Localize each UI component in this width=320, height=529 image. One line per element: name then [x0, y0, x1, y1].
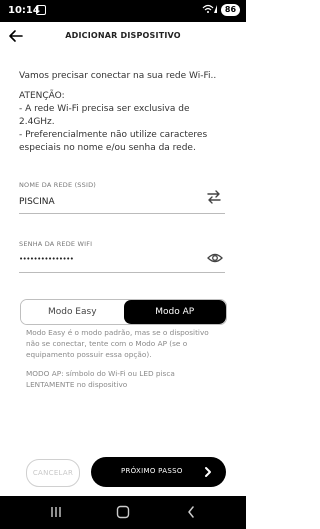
next-step-button[interactable]: PRÓXIMO PASSO [91, 457, 226, 487]
attention-title: ATENÇÃO: [19, 91, 65, 101]
chevron-right-icon [203, 466, 213, 478]
ap-note-line2: LENTAMENTE no dispositivo [26, 380, 128, 389]
network-name-underline [19, 213, 225, 214]
page-title: ADICIONAR DISPOSITIVO [65, 31, 181, 40]
mode-easy-option[interactable]: Modo Easy [21, 300, 124, 324]
screenshot-icon [36, 5, 46, 15]
recent-apps-icon[interactable] [50, 504, 62, 523]
system-nav-bar [0, 496, 246, 529]
wifi-signal-icon [202, 4, 218, 17]
ap-note-line1: MODO AP: símbolo do Wi-Fi ou LED pisca [26, 369, 175, 378]
back-nav-icon[interactable] [186, 504, 196, 523]
bullet-special-chars-line2: especiais no nome e/ou senha da rede. [19, 143, 196, 153]
password-label: SENHA DA REDE WIFI [19, 240, 93, 248]
bullet-exclusive-line1: - A rede Wi-Fi precisa ser exclusiva de [19, 104, 190, 114]
bullet-exclusive-line2: 2.4GHz. [19, 117, 55, 127]
cancel-button[interactable]: CANCELAR [26, 459, 80, 487]
swap-arrows-icon[interactable] [206, 189, 222, 205]
home-icon[interactable] [116, 504, 130, 523]
easy-note-line3: equipamento possuir essa opção). [26, 350, 152, 359]
mode-ap-option[interactable]: Modo AP [123, 300, 226, 324]
intro-text: Vamos precisar conectar na sua rede Wi-F… [19, 71, 217, 81]
easy-note-line1: Modo Easy é o modo padrão, mas se o disp… [26, 328, 209, 337]
status-bar: 10:14 86 [0, 0, 246, 22]
bullet-special-chars-line1: - Preferencialmente não utilize caracter… [19, 130, 208, 140]
app-header: ADICIONAR DISPOSITIVO [0, 22, 246, 52]
network-name-label: NOME DA REDE (SSID) [19, 181, 97, 189]
eye-icon[interactable] [207, 250, 223, 264]
mode-toggle: Modo Easy Modo AP [20, 299, 227, 325]
password-underline [19, 272, 225, 273]
easy-note-line2: não se conectar, tente com o Modo AP (se… [26, 339, 188, 348]
next-step-label: PRÓXIMO PASSO [121, 467, 183, 475]
network-name-input[interactable]: PISCINA [19, 197, 55, 207]
password-input[interactable]: ••••••••••••••• [19, 255, 74, 263]
battery-icon: 86 [221, 4, 240, 16]
